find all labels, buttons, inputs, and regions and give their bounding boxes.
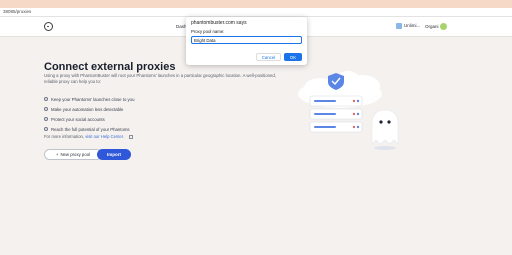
server-icon bbox=[309, 108, 363, 120]
plus-icon: + bbox=[55, 152, 59, 157]
avatar[interactable] bbox=[440, 23, 447, 30]
dialog-cancel-button[interactable]: Cancel bbox=[256, 53, 281, 61]
import-button[interactable]: Import bbox=[97, 149, 131, 160]
server-icon bbox=[309, 95, 363, 107]
credits-icon bbox=[396, 22, 402, 29]
benefit-text: Protect your social accounts bbox=[51, 116, 105, 122]
proxy-illustration bbox=[298, 71, 399, 150]
benefit-text: Reach the full potential of your Phantom… bbox=[51, 126, 130, 132]
benefits-list: Keep your Phantoms' launches close to yo… bbox=[44, 94, 134, 134]
list-item: Reach the full potential of your Phantom… bbox=[44, 124, 134, 134]
dialog-title: phantombuster.com says bbox=[191, 20, 247, 26]
dialog-ok-button[interactable]: OK bbox=[284, 53, 302, 61]
check-circle-icon bbox=[44, 97, 48, 101]
new-proxy-pool-button[interactable]: + New proxy pool bbox=[44, 149, 102, 160]
address-url: 38085/proxies bbox=[3, 9, 32, 14]
list-item: Keep your Phantoms' launches close to yo… bbox=[44, 94, 134, 104]
organization-menu[interactable]: Organi bbox=[425, 24, 439, 29]
address-bar[interactable]: 38085/proxies bbox=[0, 8, 512, 17]
more-info-text: For more information, visit our Help Cen… bbox=[44, 134, 134, 139]
browser-top-strip bbox=[0, 0, 512, 8]
page-description: Using a proxy with PhantomBuster will ro… bbox=[44, 73, 277, 85]
credits-indicator[interactable]: Unlimi... bbox=[396, 22, 421, 29]
benefit-text: Make your automation less detectable bbox=[51, 106, 124, 112]
nav-item-dashboard[interactable]: Dash bbox=[176, 24, 187, 29]
page-title: Connect external proxies bbox=[44, 61, 176, 73]
more-info-prefix: For more information, bbox=[44, 134, 85, 139]
server-icon bbox=[309, 121, 363, 133]
list-item: Make your automation less detectable bbox=[44, 104, 134, 114]
check-circle-icon bbox=[44, 117, 48, 121]
benefit-text: Keep your Phantoms' launches close to yo… bbox=[51, 96, 135, 102]
help-center-link[interactable]: visit our Help Center. bbox=[85, 134, 124, 139]
list-item: Protect your social accounts bbox=[44, 114, 134, 124]
dialog-label: Proxy pool name: bbox=[191, 29, 225, 34]
credits-label: Unlimi... bbox=[404, 23, 421, 28]
new-proxy-pool-label: New proxy pool bbox=[60, 152, 91, 157]
check-circle-icon bbox=[44, 107, 48, 111]
ghost-mascot-icon bbox=[371, 109, 399, 150]
check-circle-icon bbox=[44, 127, 48, 131]
external-link-icon bbox=[129, 134, 134, 139]
phantombuster-logo-icon[interactable] bbox=[44, 22, 53, 31]
proxy-pool-name-input[interactable] bbox=[191, 36, 302, 44]
